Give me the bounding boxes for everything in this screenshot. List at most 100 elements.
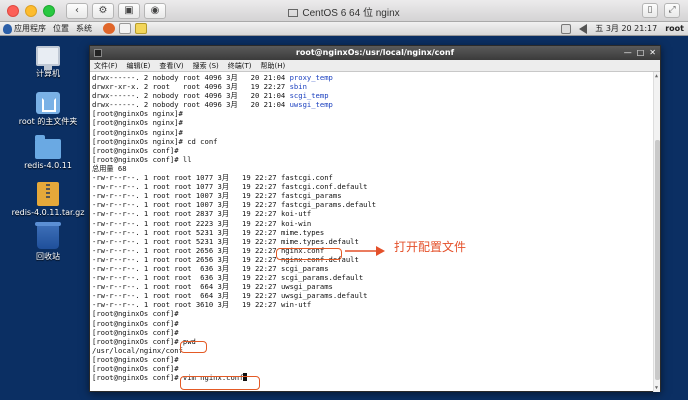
notes-icon[interactable] (135, 23, 147, 34)
terminal-line-text: -rw-r--r--. 1 root root 5231 3月 19 22:27 (92, 236, 281, 246)
terminal-window[interactable]: root@nginxOs:/usr/local/nginx/conf — □ ✕… (89, 45, 661, 392)
scroll-down-icon[interactable]: ▼ (655, 385, 660, 391)
terminal-line-text: -rw-r--r--. 1 root root 664 3月 19 22:27 (92, 291, 281, 301)
terminal-line: drwx------. 2 nobody root 4096 3月 20 21:… (92, 91, 660, 100)
file-name: fastcgi_params (280, 191, 342, 201)
terminal-titlebar[interactable]: root@nginxOs:/usr/local/nginx/conf — □ ✕ (90, 46, 660, 60)
terminal-output[interactable]: drwx------. 2 nobody root 4096 3月 20 21:… (90, 72, 660, 392)
terminal-line-text: [root@nginxOs nginx]# (92, 118, 183, 128)
terminal-line-text: 总用量 68 (92, 163, 127, 173)
terminal-line-text: -rw-r--r--. 1 root root 636 3月 19 22:27 (92, 263, 281, 273)
gnome-top-panel: 应用程序 位置 系统 五 3月 20 21:17 root (0, 22, 688, 36)
terminal-line-text: [root@nginxOs conf]# (92, 318, 179, 328)
terminal-line-text: -rw-r--r--. 1 root root 1077 3月 19 22:27 (92, 173, 281, 183)
desktop-icon-computer[interactable]: 计算机 (8, 46, 88, 79)
terminal-line: /usr/local/nginx/conf (92, 346, 660, 355)
terminal-line: [root@nginxOs nginx]# (92, 128, 660, 137)
sidebar-toggle-icon[interactable]: ▯ (642, 3, 658, 18)
applications-menu[interactable]: 应用程序 (3, 23, 46, 34)
terminal-line: [root@nginxOs conf]# pwd (92, 337, 660, 346)
terminal-line: [root@nginxOs nginx]# cd conf (92, 137, 660, 146)
terminal-line-text: drwx------. 2 nobody root 4096 3月 20 21:… (92, 73, 290, 82)
host-window-title: CentOS 6 64 位 nginx (0, 4, 688, 19)
computer-icon (36, 46, 60, 70)
terminal-line: drwx------. 2 nobody root 4096 3月 20 21:… (92, 73, 660, 82)
terminal-line-text: drwx------. 2 nobody root 4096 3月 20 21:… (92, 100, 290, 110)
terminal-line-text: -rw-r--r--. 1 root root 2656 3月 19 22:27 (92, 254, 281, 264)
terminal-line: -rw-r--r--. 1 root root 1007 3月 19 22:27… (92, 200, 660, 209)
file-name: fastcgi_params.default (280, 200, 377, 210)
places-menu[interactable]: 位置 (53, 23, 69, 34)
scroll-up-icon[interactable]: ▲ (655, 73, 660, 79)
volume-icon[interactable] (579, 23, 588, 34)
terminal-line-text: drwxr-xr-x. 2 root root 4096 3月 19 22:27 (92, 82, 290, 92)
file-name: uwsgi_params.default (280, 291, 368, 301)
terminal-line: -rw-r--r--. 1 root root 664 3月 19 22:27 … (92, 282, 660, 291)
scrollbar-thumb[interactable] (655, 140, 660, 380)
menu-search[interactable]: 搜索 (S) (193, 60, 219, 71)
trash-icon (35, 222, 61, 249)
terminal-line-text: [root@nginxOs nginx]# (92, 127, 183, 137)
menu-help[interactable]: 帮助(H) (261, 60, 286, 71)
terminal-line: -rw-r--r--. 1 root root 636 3月 19 22:27 … (92, 273, 660, 282)
directory-name: proxy_temp (289, 73, 333, 82)
close-icon[interactable]: ✕ (649, 46, 656, 60)
terminal-line-text: [root@nginxOs conf]# (92, 354, 179, 364)
terminal-line: -rw-r--r--. 1 root root 3610 3月 19 22:27… (92, 300, 660, 309)
file-name: koi-utf (280, 209, 312, 219)
system-menu[interactable]: 系统 (76, 23, 92, 34)
firefox-icon[interactable] (103, 23, 115, 34)
minimize-icon[interactable]: — (624, 46, 632, 60)
terminal-line: -rw-r--r--. 1 root root 2223 3月 19 22:27… (92, 219, 660, 228)
terminal-line: [root@nginxOs conf]# (92, 355, 660, 364)
panel-clock[interactable]: 五 3月 20 21:17 (595, 23, 657, 34)
terminal-line: [root@nginxOs conf]# (92, 364, 660, 373)
terminal-line-text: [root@nginxOs conf]# (92, 145, 179, 155)
terminal-line-text: [root@nginxOs conf]# (92, 364, 179, 373)
menu-terminal[interactable]: 终端(T) (228, 60, 252, 71)
file-name: koi-win (280, 218, 312, 228)
terminal-line: [root@nginxOs conf]# ll (92, 155, 660, 164)
terminal-line: -rw-r--r--. 1 root root 1077 3月 19 22:27… (92, 182, 660, 191)
terminal-line: -rw-r--r--. 1 root root 1007 3月 19 22:27… (92, 191, 660, 200)
menu-file[interactable]: 文件(F) (94, 60, 118, 71)
terminal-line: -rw-r--r--. 1 root root 2837 3月 19 22:27… (92, 209, 660, 218)
file-name: uwsgi_params (280, 282, 333, 292)
terminal-line-text: -rw-r--r--. 1 root root 3610 3月 19 22:27 (92, 300, 281, 310)
highlight-nginx-conf (276, 248, 342, 260)
terminal-line: [root@nginxOs nginx]# (92, 118, 660, 127)
file-name: scgi_params.default (280, 273, 364, 283)
desktop-icon-redis-archive[interactable]: redis-4.0.11.tar.gz (8, 182, 88, 217)
home-folder-icon (36, 92, 60, 114)
terminal-scrollbar[interactable]: ▲ ▼ (653, 72, 660, 392)
highlight-pwd (180, 341, 207, 353)
terminal-line: -rw-r--r--. 1 root root 1077 3月 19 22:27… (92, 173, 660, 182)
terminal-menubar: 文件(F) 编辑(E) 查看(V) 搜索 (S) 终端(T) 帮助(H) (90, 60, 660, 72)
menu-edit[interactable]: 编辑(E) (127, 60, 151, 71)
maximize-icon[interactable]: □ (637, 46, 645, 60)
terminal-line-text: -rw-r--r--. 1 root root 636 3月 19 22:27 (92, 273, 281, 283)
directory-name: sbin (289, 82, 307, 92)
terminal-line: -rw-r--r--. 1 root root 636 3月 19 22:27 … (92, 264, 660, 273)
folder-icon (35, 135, 61, 159)
panel-launchers (103, 23, 147, 34)
terminal-line-text: -rw-r--r--. 1 root root 2837 3月 19 22:27 (92, 209, 281, 219)
terminal-line: [root@nginxOs nginx]# (92, 109, 660, 118)
terminal-line-text: -rw-r--r--. 1 root root 5231 3月 19 22:27 (92, 227, 281, 237)
host-right-tools: ▯ ⤢ (642, 3, 680, 18)
desktop-icon-home-folder[interactable]: root 的主文件夹 (8, 92, 88, 127)
network-icon[interactable] (561, 23, 572, 34)
terminal-line: drwxr-xr-x. 2 root root 4096 3月 19 22:27… (92, 82, 660, 91)
panel-user[interactable]: root (665, 24, 684, 33)
terminal-line-text: -rw-r--r--. 1 root root 2656 3月 19 22:27 (92, 245, 281, 255)
fullscreen-icon[interactable]: ⤢ (664, 3, 680, 18)
archive-icon (37, 182, 59, 206)
menu-view[interactable]: 查看(V) (159, 60, 183, 71)
terminal-line-text: -rw-r--r--. 1 root root 1077 3月 19 22:27 (92, 182, 281, 192)
desktop-icon-trash[interactable]: 回收站 (8, 222, 88, 262)
desktop-icon-redis-folder[interactable]: redis-4.0.11 (8, 135, 88, 170)
mail-icon[interactable] (119, 23, 131, 34)
file-name: fastcgi.conf (280, 173, 333, 183)
terminal-app-icon (94, 49, 102, 57)
file-name: win-utf (280, 300, 312, 310)
